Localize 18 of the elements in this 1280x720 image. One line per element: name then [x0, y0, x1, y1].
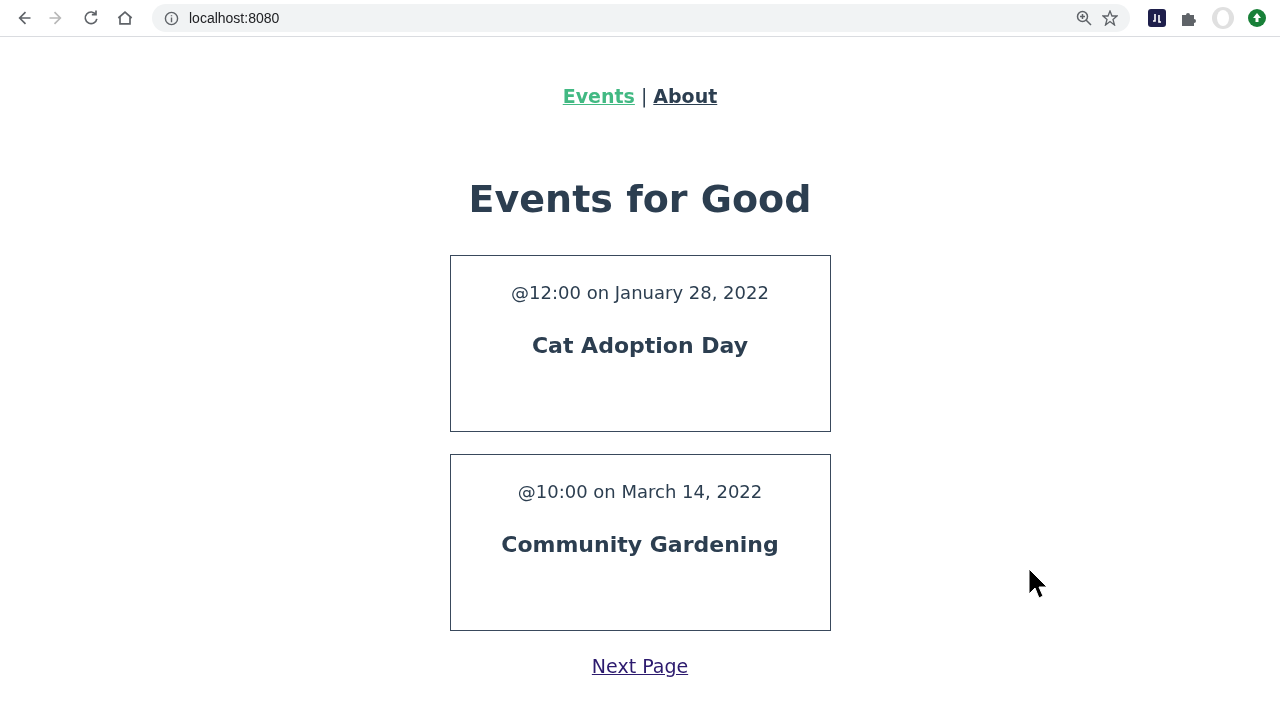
- info-icon: [164, 10, 179, 26]
- url-text: localhost:8080: [189, 10, 281, 26]
- update-icon[interactable]: [1248, 9, 1266, 27]
- event-date: @10:00 on March 14, 2022: [517, 481, 763, 502]
- star-icon[interactable]: [1102, 10, 1118, 26]
- event-name: Community Gardening: [501, 532, 779, 557]
- nav-separator: |: [640, 85, 648, 107]
- home-icon: [115, 8, 135, 28]
- event-card[interactable]: @12:00 on January 28, 2022 Cat Adoption Day: [449, 255, 831, 432]
- event-date: @12:00 on January 28, 2022: [511, 282, 769, 303]
- zoom-icon[interactable]: [1076, 10, 1092, 26]
- extension-icon[interactable]: [1148, 9, 1166, 27]
- address-bar[interactable]: localhost:8080: [152, 4, 1130, 32]
- event-card[interactable]: @10:00 on March 14, 2022 Community Gardening: [449, 454, 831, 631]
- page-title: Events for Good: [468, 177, 812, 221]
- nav-link[interactable]: About: [653, 85, 718, 107]
- event-name: Cat Adoption Day: [531, 333, 749, 358]
- next-page-link[interactable]: Next Page: [591, 655, 689, 677]
